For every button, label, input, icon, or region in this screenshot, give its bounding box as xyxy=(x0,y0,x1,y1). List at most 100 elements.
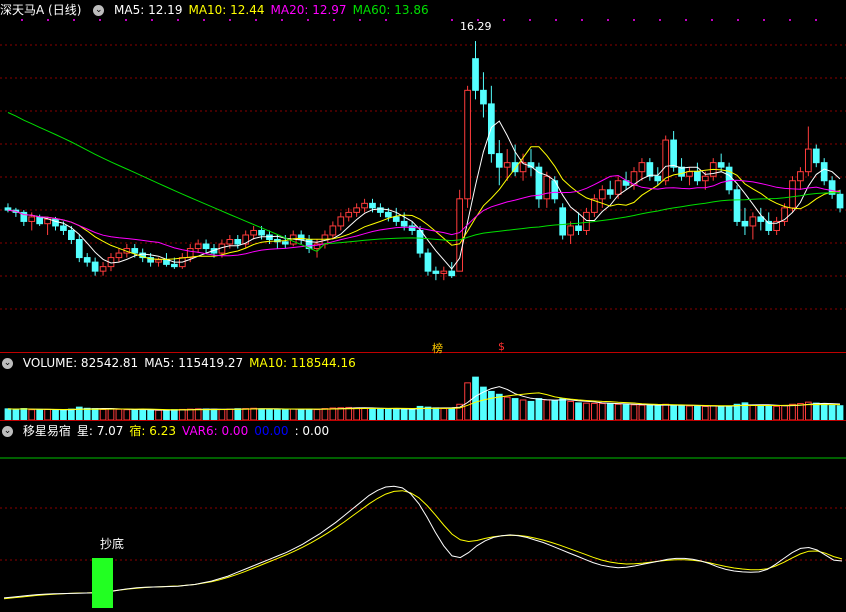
volume-bar-down xyxy=(139,409,147,421)
price-panel[interactable] xyxy=(4,41,844,281)
legend-label: MA5: 115419.27 xyxy=(144,356,244,370)
high-price-label: 16.29 xyxy=(460,20,492,33)
top-marker-dot xyxy=(307,19,309,21)
candle-down xyxy=(836,193,844,209)
legend-label: MA20: 12.97 xyxy=(270,3,347,17)
candle-up xyxy=(28,216,36,222)
candle-down xyxy=(416,229,424,254)
candle-down xyxy=(820,162,828,182)
candle-down xyxy=(606,189,614,195)
volume-bar-down xyxy=(266,408,273,421)
volume-bar-up xyxy=(686,405,693,421)
legend-label: 宿: 6.23 xyxy=(129,424,176,438)
candle-down xyxy=(424,252,432,272)
candle-up xyxy=(250,229,257,236)
top-marker-dot xyxy=(73,19,75,21)
legend-label: MA5: 12.19 xyxy=(114,3,183,17)
volume-bar-up xyxy=(250,407,257,421)
top-marker-dot xyxy=(203,19,205,21)
indicator-panel[interactable] xyxy=(3,485,843,608)
volume-bar-down xyxy=(606,403,614,421)
top-marker-dot xyxy=(763,19,765,21)
volume-bar-down xyxy=(377,408,384,421)
volume-bar-down xyxy=(654,405,662,421)
candle-down xyxy=(432,270,440,274)
grid-lines xyxy=(0,19,846,561)
top-marker-dot xyxy=(47,19,49,21)
volume-bar-down xyxy=(131,409,139,421)
bottom-signal-label: 抄底 xyxy=(100,537,125,551)
top-marker-dot xyxy=(21,19,23,21)
volume-bar-down xyxy=(725,405,733,421)
candle-down xyxy=(670,139,677,168)
volume-bar-up xyxy=(186,408,194,421)
candle-down xyxy=(812,148,820,164)
candle-down xyxy=(91,261,99,272)
top-marker-dot xyxy=(177,19,179,21)
volume-bar-up xyxy=(503,396,511,421)
top-marker-dot xyxy=(607,19,609,21)
volume-panel[interactable] xyxy=(4,376,844,421)
volume-bar-up xyxy=(797,403,804,421)
price-header: 深天马A (日线) ⌄ MA5: 12.19 MA10: 12.44 MA20: 1… xyxy=(0,2,441,18)
candle-down xyxy=(472,58,479,91)
top-marker-dot xyxy=(633,19,635,21)
candle-down xyxy=(646,162,654,177)
candle-up xyxy=(789,180,796,209)
candle-up xyxy=(503,162,511,168)
volume-bar-up xyxy=(361,407,368,421)
candle-up xyxy=(804,148,812,173)
candle-down xyxy=(654,175,662,182)
candle-down xyxy=(392,216,400,222)
volume-bar-down xyxy=(495,393,503,421)
volume-bar-up xyxy=(337,407,345,421)
top-marker-dot xyxy=(359,19,361,21)
legend-label: MA60: 13.86 xyxy=(352,3,429,17)
volume-bar-up xyxy=(329,407,337,421)
volume-bar-down xyxy=(202,408,210,421)
candle-down xyxy=(535,166,543,200)
volume-bar-up xyxy=(630,404,638,421)
candle-up xyxy=(567,225,574,236)
volume-bar-up xyxy=(44,408,51,421)
candle-down xyxy=(202,243,210,250)
volume-bar-down xyxy=(392,408,400,421)
top-marker-dot xyxy=(333,19,335,21)
legend-label: 移星易宿 xyxy=(22,424,71,438)
volume-bar-down xyxy=(20,408,28,421)
volume-bar-down xyxy=(36,409,44,421)
legend-label: VAR6: 0.00 xyxy=(182,424,249,438)
candle-up xyxy=(194,243,202,250)
top-marker-dot xyxy=(151,19,153,21)
chevron-down-icon[interactable]: ⌄ xyxy=(93,5,105,16)
chevron-down-icon[interactable]: ⌄ xyxy=(2,358,13,369)
candle-up xyxy=(464,89,471,200)
volume-bar-down xyxy=(448,408,456,421)
candle-down xyxy=(559,207,567,236)
volume-bar-down xyxy=(210,408,218,421)
volume-bar-down xyxy=(369,408,376,421)
candle-down xyxy=(694,171,701,182)
candle-down xyxy=(448,270,456,277)
top-marker-dot xyxy=(581,19,583,21)
legend-label: 星: 7.07 xyxy=(76,424,124,438)
stock-label[interactable]: 深天马A (日线) xyxy=(0,3,81,17)
candle-up xyxy=(337,216,345,227)
volume-bar-down xyxy=(83,407,91,421)
volume-bar-down xyxy=(171,409,178,421)
volume-bar-up xyxy=(353,407,360,421)
indicator-header: ⌄ 移星易宿 星: 7.07 宿: 6.23 VAR6: 0.00 00.00: 0.0… xyxy=(0,423,341,439)
ma5-line xyxy=(7,120,841,270)
volume-bar-down xyxy=(281,408,289,421)
volume-bar-up xyxy=(614,403,622,421)
signal-marker-a: 榜 xyxy=(432,342,443,355)
volume-bar-down xyxy=(12,408,20,421)
volume-bar-up xyxy=(638,404,646,421)
volume-bar-up xyxy=(226,408,234,421)
candle-up xyxy=(701,175,709,182)
candle-down xyxy=(52,218,59,227)
volume-bar-up xyxy=(345,406,353,421)
top-marker-dot xyxy=(711,19,713,21)
chevron-down-icon[interactable]: ⌄ xyxy=(2,426,13,437)
volume-bar-up xyxy=(543,399,551,421)
